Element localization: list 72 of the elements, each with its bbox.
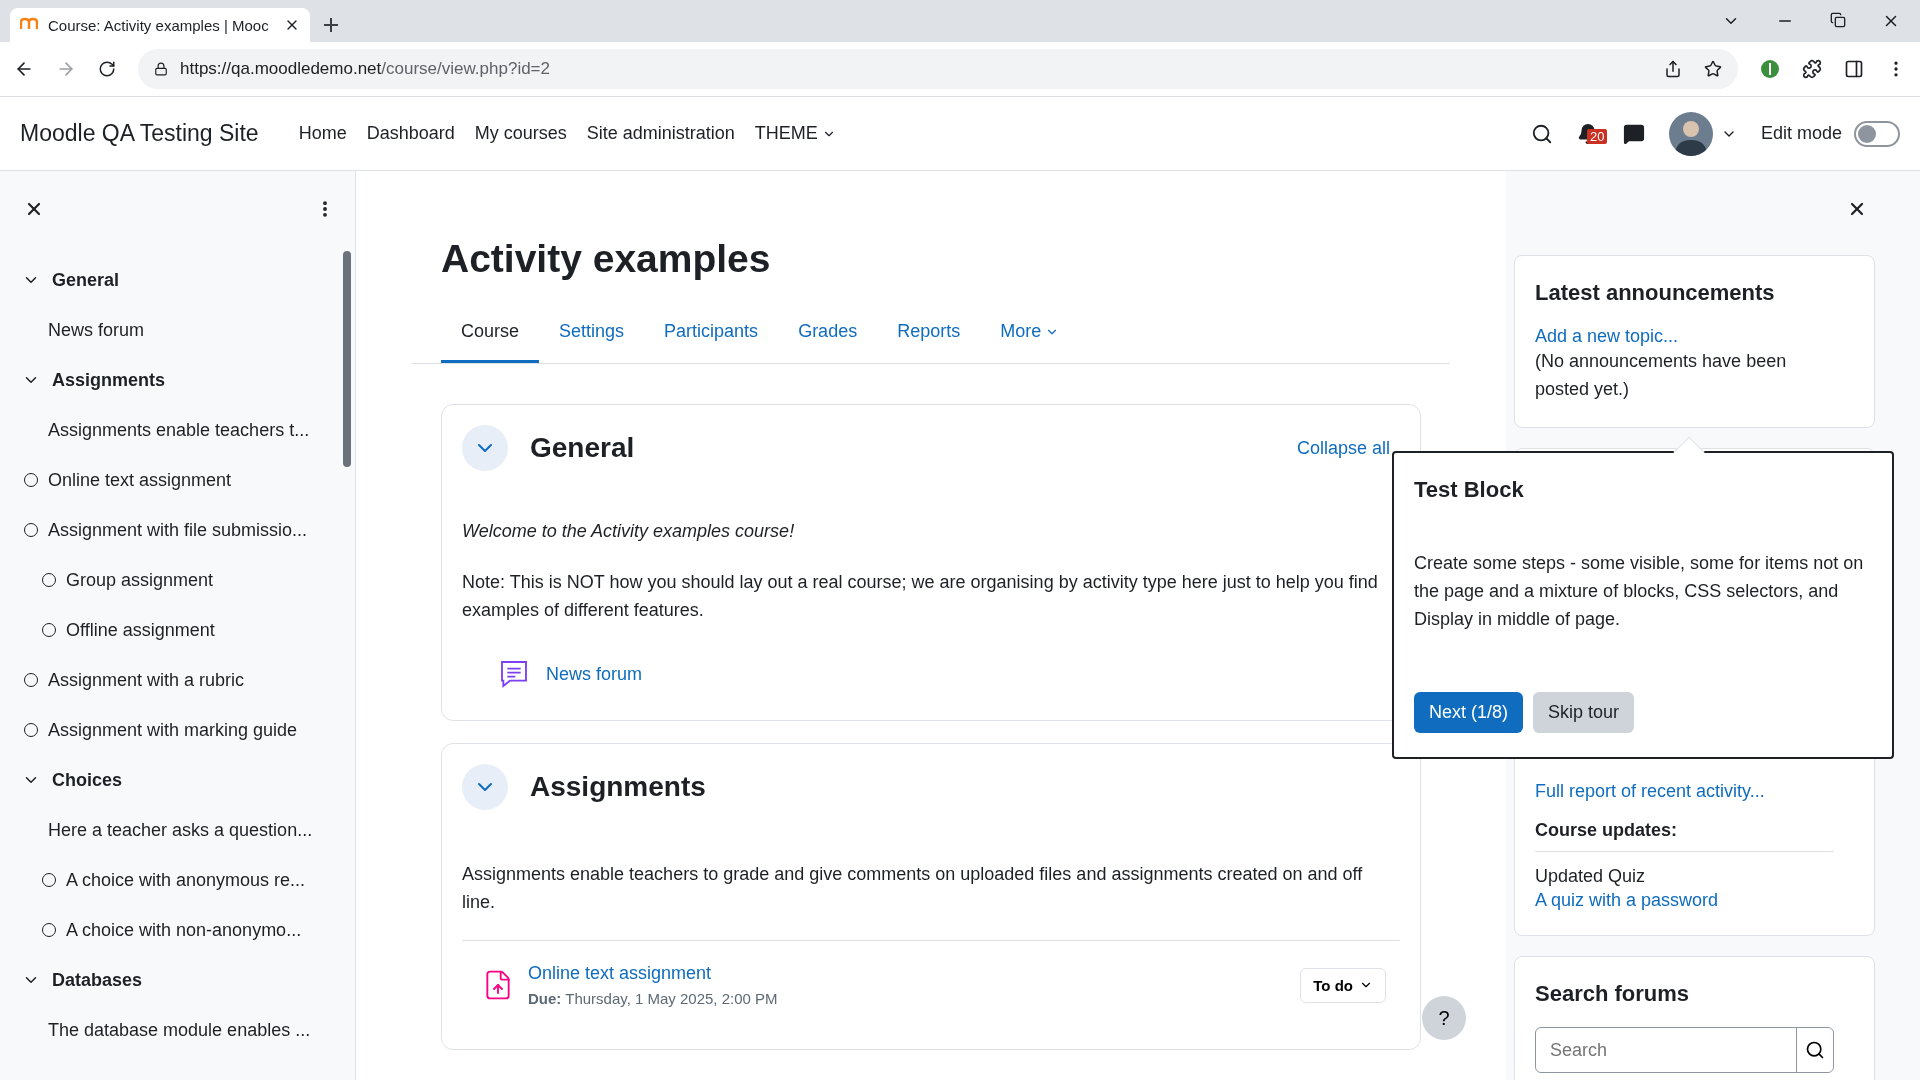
help-button[interactable]: ? (1422, 996, 1466, 1040)
search-bar[interactable]: Search (1535, 1027, 1834, 1073)
sidebar-item[interactable]: Group assignment (66, 569, 214, 591)
course-tab[interactable]: Course (441, 309, 540, 363)
tour-title: Test Block (1414, 477, 1525, 503)
course-tab[interactable]: Grades (778, 309, 878, 363)
section-description: Assignments enable teachers to grade and give comments on uploaded files and assignments created on and off line. (462, 863, 1364, 914)
edit-mode-toggle[interactable] (1854, 120, 1900, 147)
new-tab-button[interactable] (322, 16, 340, 34)
sidebar-item[interactable]: News forum (48, 319, 145, 341)
sidebar-item[interactable]: Assignment with file submissio... (48, 519, 308, 541)
activity-link[interactable]: News forum (546, 663, 643, 685)
welcome-text: Welcome to the Activity examples course! (462, 521, 796, 542)
lock-icon (154, 62, 168, 76)
tour-text: Create some steps - some visible, some for items not on the page and a mixture of blocks, CSS selectors, and Display in middle of page. (1414, 552, 1865, 631)
skip-tour-button[interactable]: Skip tour (1533, 692, 1635, 733)
sidebar-section[interactable]: General (52, 269, 120, 291)
search-icon[interactable] (1530, 122, 1553, 145)
sidebar-item[interactable]: Offline assignment (66, 619, 215, 641)
restore-icon[interactable] (1830, 12, 1846, 28)
sidebar-item[interactable]: Here a teacher asks a question... (48, 819, 313, 841)
update-type: Updated Quiz (1535, 865, 1647, 888)
sidebar-item[interactable]: Online text assignment (48, 469, 232, 491)
edit-mode-label: Edit mode (1760, 123, 1842, 144)
forum-icon (498, 658, 530, 690)
section-title: Assignments (530, 771, 706, 803)
messages-icon[interactable] (1622, 122, 1645, 145)
sidebar-section[interactable]: Assignments (52, 369, 166, 391)
block-title: Search forums (1535, 981, 1691, 1007)
course-updates-heading: Course updates: (1535, 802, 1834, 852)
section-title: General (530, 432, 635, 464)
course-tab[interactable]: More (980, 309, 1080, 363)
quiz-link[interactable]: A quiz with a password (1535, 890, 1834, 911)
reload-icon[interactable] (98, 60, 116, 78)
search-icon (1805, 1040, 1825, 1060)
share-icon[interactable] (1664, 60, 1682, 78)
sidebar-item[interactable]: A choice with non-anonymo... (66, 919, 302, 941)
block-text: (No announcements have been posted yet.) (1535, 350, 1788, 401)
sidebar-section[interactable]: Choices (52, 769, 123, 791)
sidebar-item[interactable]: The database module enables ... (48, 1019, 311, 1041)
nav-link[interactable]: THEME (754, 123, 836, 144)
address-bar[interactable]: https://qa.moodledemo.net/course/view.php?id=2 (138, 49, 1738, 89)
block-title: Latest announcements (1535, 280, 1776, 306)
sidebar-item[interactable]: Assignments enable teachers t... (48, 419, 310, 441)
sidebar-item[interactable]: Assignment with marking guide (48, 719, 298, 741)
page-title: Activity examples (441, 237, 772, 281)
star-icon[interactable] (1704, 60, 1722, 78)
browser-tab[interactable]: Course: Activity examples | Mooc (10, 8, 310, 42)
next-button[interactable]: Next (1/8) (1414, 692, 1524, 733)
nav-link[interactable]: Dashboard (366, 123, 455, 144)
nav-link[interactable]: Site administration (586, 123, 735, 144)
search-field[interactable]: Search (1536, 1028, 1796, 1072)
status-dropdown[interactable]: To do (1300, 967, 1386, 1003)
section-description: Note: This is NOT how you should lay out a real course; we are organising by activity type here just to help you find examples of different features. (462, 571, 1379, 622)
collapse-all-link[interactable]: Collapse all (1296, 437, 1390, 459)
activity-link[interactable]: Online text assignment (528, 963, 1287, 984)
sidebar-item[interactable]: A choice with anonymous re... (66, 869, 306, 891)
sidebar-section[interactable]: Databases (52, 969, 143, 991)
nav-link[interactable]: My courses (474, 123, 567, 144)
full-report-link[interactable]: Full report of recent activity... (1535, 781, 1834, 802)
add-topic-link[interactable]: Add a new topic... (1535, 326, 1834, 347)
extensions-icon[interactable] (1802, 59, 1822, 79)
due-date: Due: Thursday, 1 May 2025, 2:00 PM (528, 990, 779, 1007)
scrollbar[interactable] (343, 251, 351, 467)
site-name[interactable]: Moodle QA Testing Site (20, 120, 259, 147)
sidebar-item[interactable]: Assignment with a rubric (48, 669, 245, 691)
course-tab[interactable]: Participants (644, 309, 779, 363)
side-panel-icon[interactable] (1844, 59, 1864, 79)
course-tab[interactable]: Reports (877, 309, 981, 363)
nav-link[interactable]: Home (298, 123, 347, 144)
course-tab[interactable]: Settings (539, 309, 645, 363)
search-button[interactable] (1796, 1028, 1833, 1072)
